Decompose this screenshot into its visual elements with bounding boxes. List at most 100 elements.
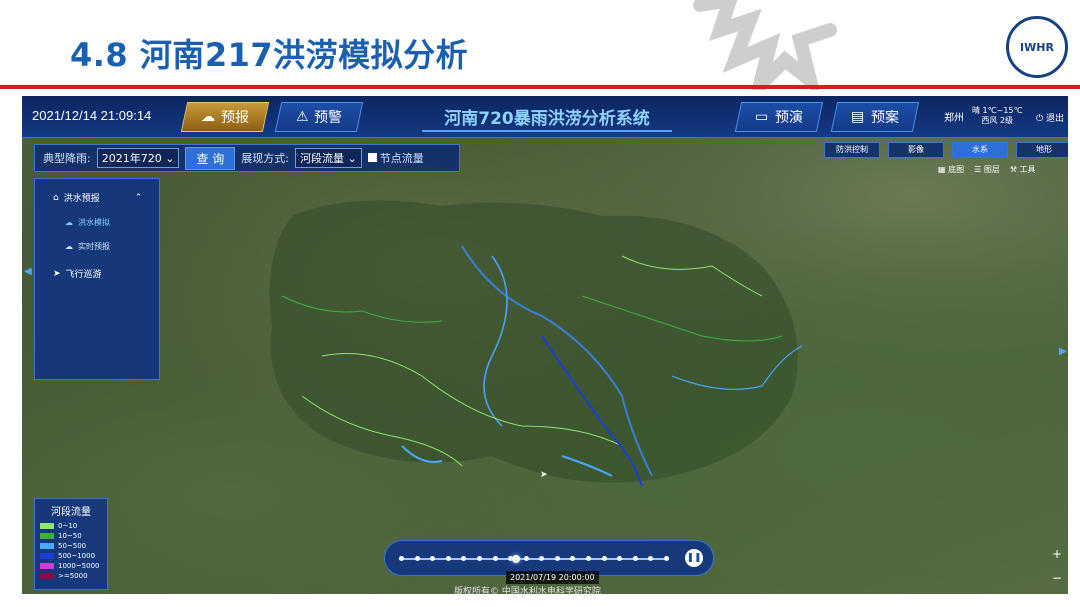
sidebar-item-label: 洪水预报 (64, 191, 100, 204)
expand-right-arrow-icon[interactable]: ▶ (1059, 346, 1067, 357)
layer-terrain-button[interactable]: 地形 (1016, 142, 1068, 158)
legend-row: >=5000 (35, 571, 107, 581)
iwhr-logo: IWHR (1006, 16, 1068, 78)
nav-forecast-label: 预报 (221, 107, 249, 127)
zoom-out-button[interactable]: − (1052, 566, 1062, 590)
timeline-step-dot[interactable] (461, 556, 466, 561)
timeline-step-dot[interactable] (617, 556, 622, 561)
legend-title: 河段流量 (35, 503, 107, 518)
nav-rehearsal-label: 预演 (775, 107, 803, 127)
timeline-step-dot[interactable] (555, 556, 560, 561)
monitor-icon: ▭ (755, 109, 768, 125)
nav-plan-button[interactable]: ▤ 预案 (831, 102, 919, 132)
sidebar-item-label: 飞行巡游 (66, 267, 102, 280)
wrench-icon: ⚒ (1010, 165, 1020, 174)
map-icon: ▦ (938, 165, 948, 174)
legend-row: 1000~5000 (35, 561, 107, 571)
cloud-icon: ☁ (201, 109, 215, 125)
legend-swatch (40, 553, 54, 559)
legend-row: 10~50 (35, 531, 107, 541)
timeline-step-dot[interactable] (602, 556, 607, 561)
layer-toggle-group: 防洪控制 影像 水系 地形 (824, 142, 1068, 158)
weather-widget: 郑州 晴 1℃~15℃ 西风 2级 (944, 106, 1022, 126)
legend-label: >=5000 (58, 572, 88, 580)
tools-menu[interactable]: ⚒ 工具 (1010, 164, 1036, 175)
sidebar-item-flood-simulation[interactable]: ☁ 洪水模拟 (65, 217, 110, 228)
nav-warning-button[interactable]: ⚠ 预警 (275, 102, 363, 132)
timeline-step-dot[interactable] (446, 556, 451, 561)
legend-swatch (40, 563, 54, 569)
sidebar-item-flood-forecast[interactable]: ⌂ 洪水预报 ⌃ (53, 191, 142, 204)
timeline-handle[interactable] (512, 555, 520, 563)
layers-tool[interactable]: ☰ 图层 (974, 164, 1000, 175)
gis-app-window: 2021/12/14 21:09:14 ☁ 预报 ⚠ 预警 河南720暴雨洪涝分… (22, 96, 1068, 594)
nav-forecast-button[interactable]: ☁ 预报 (181, 102, 269, 132)
exit-button[interactable]: ⏻ 退出 (1036, 111, 1064, 124)
legend-swatch (40, 523, 54, 529)
brush-stroke-decoration (690, 0, 840, 90)
legend-label: 10~50 (58, 532, 82, 540)
node-flow-checkbox[interactable]: 节点流量 (368, 150, 424, 166)
current-datetime: 2021/12/14 21:09:14 (32, 108, 151, 123)
basemap-tool[interactable]: ▦ 底图 (938, 164, 964, 175)
collapse-left-arrow-icon[interactable]: ◀ (24, 266, 32, 277)
power-icon: ⏻ (1036, 114, 1043, 124)
layer-water-system-button[interactable]: 水系 (952, 142, 1008, 158)
sidebar-item-label: 实时预报 (78, 241, 110, 252)
timeline-step-dot[interactable] (415, 556, 420, 561)
zoom-in-button[interactable]: + (1052, 542, 1062, 566)
timeline-step-dot[interactable] (633, 556, 638, 561)
timeline-step-dot[interactable] (570, 556, 575, 561)
zoom-controls: + − (1052, 542, 1062, 590)
legend-label: 0~10 (58, 522, 77, 530)
pause-icon: ❚❚ (686, 553, 701, 563)
legend-swatch (40, 533, 54, 539)
timeline-step-dot[interactable] (399, 556, 404, 561)
system-title: 河南720暴雨洪涝分析系统 (422, 104, 672, 132)
query-button[interactable]: 查 询 (185, 147, 235, 170)
timeline-step-dot[interactable] (430, 556, 435, 561)
rain-select[interactable]: 2021年720 ⌄ (97, 148, 180, 168)
nav-warning-label: 预警 (314, 107, 342, 127)
timeline-step-dot[interactable] (493, 556, 498, 561)
timeline-step-dot[interactable] (477, 556, 482, 561)
display-select[interactable]: 河段流量 ⌄ (295, 148, 362, 168)
weather-temps: 晴 1℃~15℃ 西风 2级 (972, 106, 1022, 126)
timeline-step-dot[interactable] (664, 556, 669, 561)
rain-label: 典型降雨: (43, 150, 91, 166)
nav-plan-label: 预案 (871, 107, 899, 127)
node-flow-label: 节点流量 (380, 152, 424, 165)
mouse-cursor-icon: ➤ (540, 470, 548, 480)
legend-row: 0~10 (35, 521, 107, 531)
warning-icon: ⚠ (296, 109, 309, 125)
chevron-down-icon: ⌄ (165, 152, 174, 165)
display-select-value: 河段流量 (300, 152, 344, 165)
legend-swatch (40, 543, 54, 549)
legend-row: 50~500 (35, 541, 107, 551)
flow-legend: 河段流量 0~1010~5050~500500~10001000~5000>=5… (34, 498, 108, 590)
timeline-time-tooltip: 2021/07/19 20:00:00 (506, 571, 599, 584)
slide: 4.8 河南217洪涝模拟分析 IWHR 2021/12/14 21:09:14… (0, 0, 1080, 607)
timeline-step-dot[interactable] (648, 556, 653, 561)
layers-icon: ☰ (974, 165, 984, 174)
timeline-step-dot[interactable] (586, 556, 591, 561)
weather-wind: 西风 2级 (972, 116, 1022, 126)
timeline-step-dot[interactable] (539, 556, 544, 561)
sidebar-menu: ⌂ 洪水预报 ⌃ ☁ 洪水模拟 ☁ 实时预报 ➤ 飞行巡游 (34, 178, 160, 380)
sidebar-item-fly-tour[interactable]: ➤ 飞行巡游 (53, 267, 102, 280)
chevron-up-icon: ⌃ (135, 193, 143, 203)
legend-label: 1000~5000 (58, 562, 100, 570)
checkbox-box[interactable] (368, 153, 377, 162)
layer-flood-control-button[interactable]: 防洪控制 (824, 142, 880, 158)
cloud-icon: ☁ (65, 242, 73, 251)
sidebar-item-realtime-forecast[interactable]: ☁ 实时预报 (65, 241, 110, 252)
timeline-track[interactable] (399, 558, 669, 560)
display-label: 展现方式: (241, 150, 289, 166)
timeline-step-dot[interactable] (524, 556, 529, 561)
legend-label: 50~500 (58, 542, 86, 550)
nav-rehearsal-button[interactable]: ▭ 预演 (735, 102, 823, 132)
pause-button[interactable]: ❚❚ (685, 549, 703, 567)
home-icon: ⌂ (53, 193, 59, 203)
weather-temp: 晴 1℃~15℃ (972, 106, 1022, 116)
layer-imagery-button[interactable]: 影像 (888, 142, 944, 158)
